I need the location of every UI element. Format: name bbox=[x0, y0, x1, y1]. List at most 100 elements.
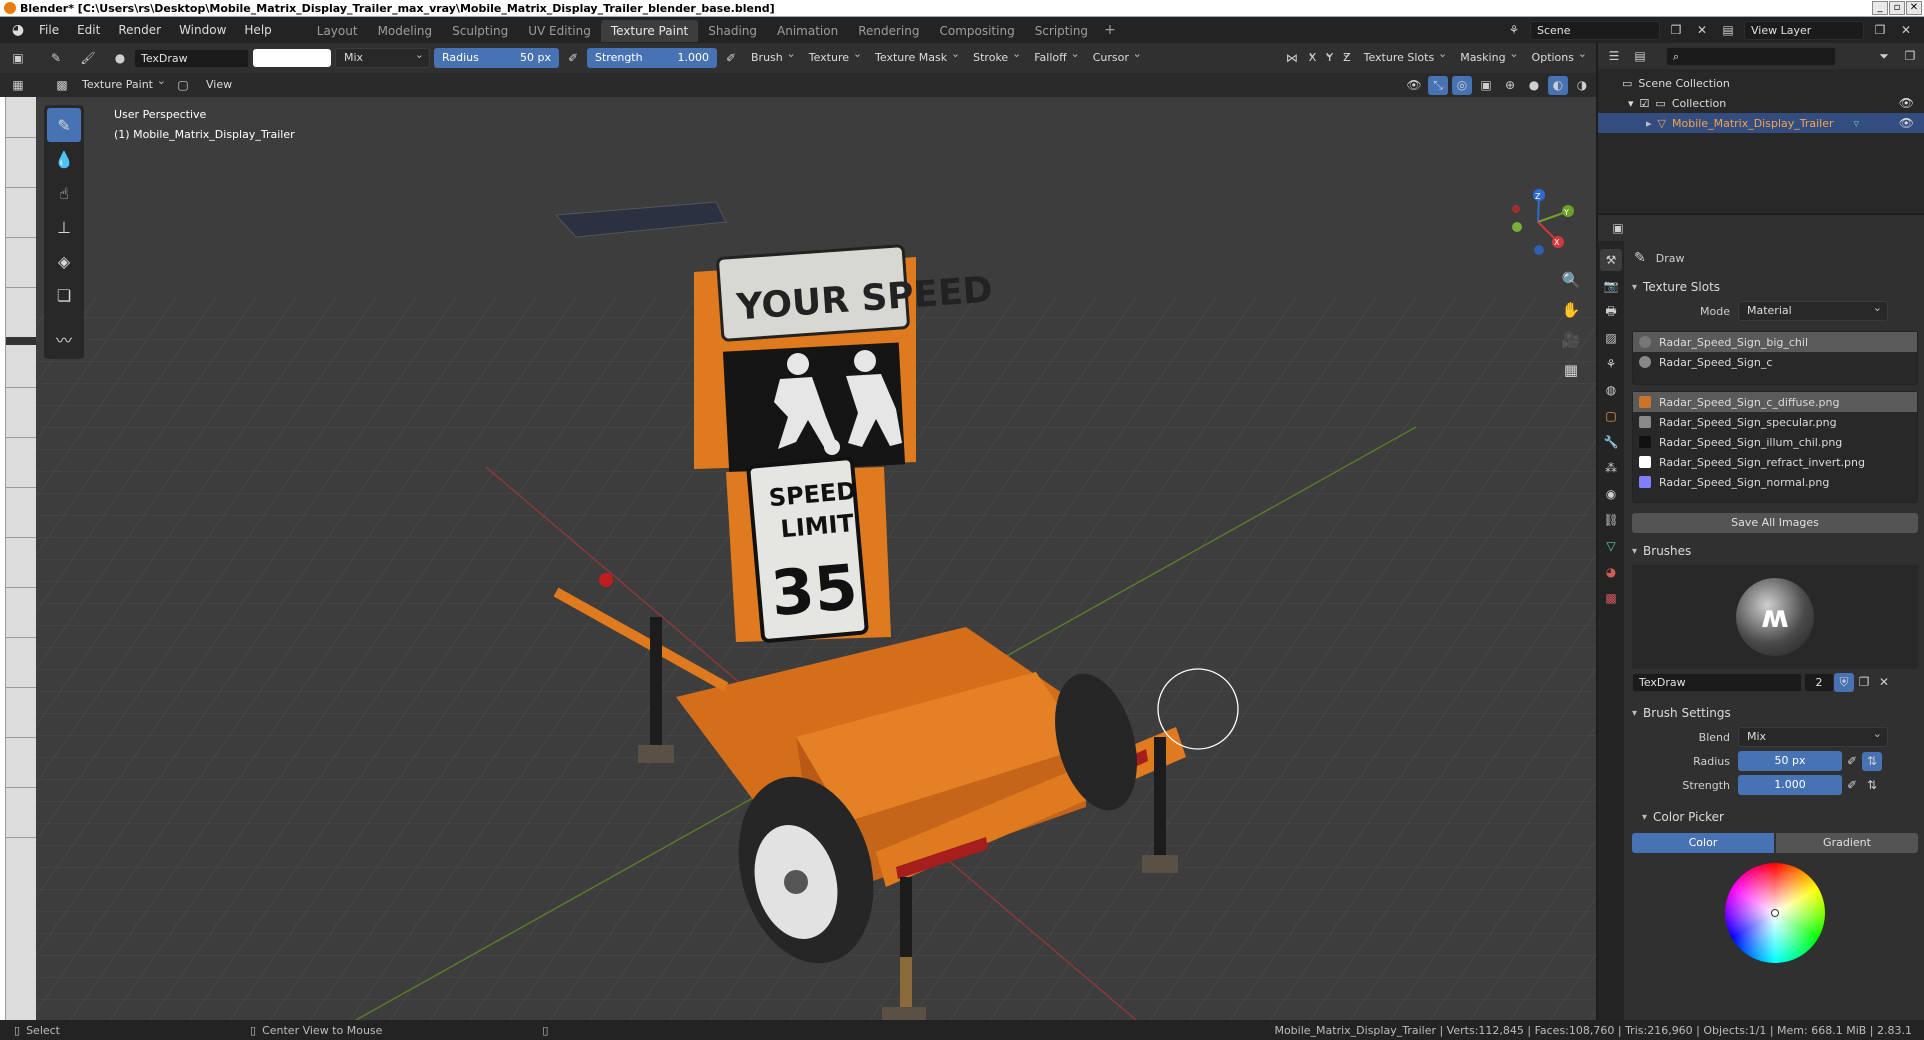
color-wheel[interactable] bbox=[1725, 863, 1825, 963]
tab-sculpting[interactable]: Sculpting bbox=[442, 20, 518, 42]
view-layer-tab-icon[interactable]: ▨ bbox=[1600, 327, 1622, 349]
radius-slider-props[interactable]: 50 px bbox=[1738, 751, 1842, 771]
menu-cursor[interactable]: Cursor bbox=[1087, 44, 1145, 68]
new-scene-icon[interactable]: ❐ bbox=[1666, 21, 1686, 40]
strength-pressure-icon[interactable]: ✐ bbox=[721, 49, 741, 68]
blend-dropdown[interactable]: Mix bbox=[1738, 725, 1888, 747]
color-tab[interactable]: Color bbox=[1632, 833, 1774, 853]
material-list-item[interactable]: Radar_Speed_Sign_big_chil bbox=[1633, 332, 1917, 352]
menu-brush[interactable]: Brush bbox=[745, 44, 799, 68]
visibility-eye-icon[interactable]: 👁 bbox=[1899, 96, 1914, 110]
mode-dropdown-props[interactable]: Material bbox=[1738, 299, 1888, 321]
smear-tool-icon[interactable]: ☝ bbox=[44, 176, 84, 210]
shading-solid-icon[interactable]: ● bbox=[1524, 76, 1544, 95]
radius-slider[interactable]: Radius 50 px bbox=[434, 48, 559, 68]
outliner-search-input[interactable]: ⌕ bbox=[1666, 46, 1836, 66]
strength-unified-icon[interactable]: ⇅ bbox=[1862, 776, 1882, 795]
scene-tab-icon[interactable]: ⚘ bbox=[1600, 353, 1622, 375]
maximize-button[interactable]: ▫ bbox=[1889, 1, 1905, 15]
menu-texture[interactable]: Texture bbox=[803, 44, 865, 68]
expand-arrow-icon-2[interactable]: ▸ bbox=[1646, 117, 1652, 130]
mode-dropdown[interactable]: Texture Paint bbox=[76, 71, 169, 95]
material-tab-icon[interactable]: ◕ bbox=[1600, 561, 1622, 583]
image-slot-item[interactable]: Radar_Speed_Sign_specular.png bbox=[1633, 412, 1917, 432]
ortho-grid-icon[interactable]: ▦ bbox=[1558, 357, 1584, 383]
editor-type-icon[interactable]: ▣ bbox=[8, 49, 28, 68]
texture-tab-icon[interactable]: ▩ bbox=[1600, 587, 1622, 609]
menu-render[interactable]: Render bbox=[109, 17, 170, 43]
radius-pressure-icon[interactable]: ✐ bbox=[563, 49, 583, 68]
tool-paint-icon[interactable]: ✎ bbox=[46, 49, 66, 68]
scene-icon[interactable]: ⚘ bbox=[1504, 21, 1524, 40]
menu-stroke[interactable]: Stroke bbox=[967, 44, 1024, 68]
display-mode-icon[interactable]: ▤ bbox=[1630, 47, 1650, 66]
menu-window[interactable]: Window bbox=[170, 17, 235, 43]
world-tab-icon[interactable]: ◍ bbox=[1600, 379, 1622, 401]
tab-uv-editing[interactable]: UV Editing bbox=[518, 20, 601, 42]
tab-scripting[interactable]: Scripting bbox=[1025, 20, 1098, 42]
soften-tool-icon[interactable]: 💧 bbox=[44, 142, 84, 176]
minimize-button[interactable]: _ bbox=[1872, 1, 1888, 15]
navigation-gizmo[interactable]: Z Y X bbox=[1512, 189, 1574, 255]
overlay-toggle-icon[interactable]: ◎ bbox=[1452, 75, 1472, 95]
save-all-images-button[interactable]: Save All Images bbox=[1632, 513, 1918, 533]
editor-type-icon-2[interactable]: ▦ bbox=[8, 76, 28, 95]
data-tab-icon[interactable]: ▽ bbox=[1600, 535, 1622, 557]
shading-wireframe-icon[interactable]: ⊕ bbox=[1500, 76, 1520, 95]
color-wheel-cursor[interactable] bbox=[1771, 909, 1779, 917]
menu-texture-slots[interactable]: Texture Slots bbox=[1358, 44, 1451, 68]
image-slot-item[interactable]: Radar_Speed_Sign_refract_invert.png bbox=[1633, 452, 1917, 472]
delete-view-layer-icon[interactable]: ✕ bbox=[1896, 21, 1916, 40]
shading-rendered-icon[interactable]: ◑ bbox=[1572, 76, 1592, 95]
brush-settings-panel-header[interactable]: Brush Settings bbox=[1628, 701, 1922, 725]
new-view-layer-icon[interactable]: ❐ bbox=[1870, 21, 1890, 40]
expand-arrow-icon[interactable]: ▾ bbox=[1628, 97, 1634, 110]
mirror-y-toggle[interactable]: Y bbox=[1323, 44, 1336, 68]
filter-icon[interactable]: ⏷ bbox=[1874, 47, 1894, 66]
visibility-icon[interactable]: 👁 bbox=[1404, 76, 1424, 95]
color-picker-panel-header[interactable]: Color Picker bbox=[1628, 805, 1922, 829]
duplicate-brush-icon[interactable]: ❐ bbox=[1854, 673, 1874, 692]
brush-preview[interactable]: ʍ bbox=[1632, 565, 1918, 669]
checkbox-icon[interactable]: ☑ bbox=[1640, 97, 1650, 110]
brush-color-swatch[interactable] bbox=[253, 49, 331, 67]
mirror-z-toggle[interactable]: Z bbox=[1340, 44, 1354, 68]
blend-mode-dropdown[interactable]: Mix bbox=[335, 46, 430, 68]
tool-tab-icon[interactable]: ⚒ bbox=[1600, 249, 1622, 271]
mirror-icon[interactable]: ⋈ bbox=[1282, 49, 1302, 68]
strength-slider-props[interactable]: 1.000 bbox=[1738, 775, 1842, 795]
blender-menu-icon[interactable]: ◕ bbox=[6, 18, 30, 42]
brush-users-count[interactable]: 2 bbox=[1804, 672, 1834, 692]
menu-edit[interactable]: Edit bbox=[68, 17, 109, 43]
pan-hand-icon[interactable]: ✋ bbox=[1558, 297, 1584, 323]
modifier-tab-icon[interactable]: 🔧 bbox=[1600, 431, 1622, 453]
outliner-row-collection[interactable]: ▾ ☑ ▭ Collection 👁 bbox=[1598, 93, 1924, 113]
outliner-row-scene-collection[interactable]: ▭ Scene Collection bbox=[1598, 73, 1924, 93]
paint-mask-icon[interactable]: ▢ bbox=[173, 76, 193, 95]
delete-scene-icon[interactable]: ✕ bbox=[1692, 21, 1712, 40]
gradient-tab[interactable]: Gradient bbox=[1776, 833, 1918, 853]
tab-animation[interactable]: Animation bbox=[767, 20, 848, 42]
constraints-tab-icon[interactable]: ⛓ bbox=[1600, 509, 1622, 531]
shading-material-icon[interactable]: ◐ bbox=[1548, 75, 1568, 95]
brush-icon[interactable]: 🖌 bbox=[78, 49, 98, 68]
outliner-row-object[interactable]: ▸ ▽ Mobile_Matrix_Display_Trailer ▿ 👁 bbox=[1598, 113, 1924, 133]
unlink-brush-icon[interactable]: ✕ bbox=[1874, 673, 1894, 692]
radius-unified-icon[interactable]: ⇅ bbox=[1862, 751, 1882, 771]
draw-tool-icon[interactable]: ✎ bbox=[47, 108, 81, 142]
object-visibility-icon[interactable]: 👁 bbox=[1899, 116, 1914, 130]
strength-pen-icon[interactable]: ✐ bbox=[1842, 776, 1862, 795]
outliner-editor-icon[interactable]: ☰ bbox=[1604, 47, 1624, 66]
physics-tab-icon[interactable]: ◉ bbox=[1600, 483, 1622, 505]
camera-view-icon[interactable]: 🎥 bbox=[1558, 327, 1584, 353]
image-slot-item[interactable]: Radar_Speed_Sign_normal.png bbox=[1633, 472, 1917, 492]
menu-falloff[interactable]: Falloff bbox=[1028, 44, 1082, 68]
tab-compositing[interactable]: Compositing bbox=[929, 20, 1024, 42]
image-slot-item[interactable]: Radar_Speed_Sign_c_diffuse.png bbox=[1633, 392, 1917, 412]
menu-masking[interactable]: Masking bbox=[1454, 44, 1521, 68]
close-button[interactable]: ✕ bbox=[1906, 1, 1922, 15]
annotate-tool-icon[interactable]: 〰 bbox=[44, 322, 84, 356]
menu-texture-mask[interactable]: Texture Mask bbox=[869, 44, 963, 68]
menu-options[interactable]: Options bbox=[1526, 44, 1590, 68]
particles-tab-icon[interactable]: ⁂ bbox=[1600, 457, 1622, 479]
